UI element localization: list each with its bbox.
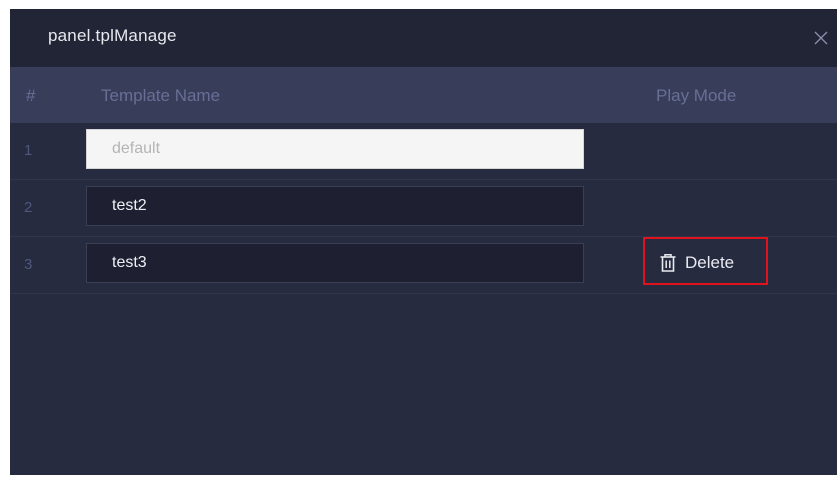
dialog-titlebar: panel.tplManage (10, 9, 837, 67)
trash-icon (659, 253, 677, 273)
delete-button-label: Delete (685, 253, 735, 272)
table-header: # Template Name Play Mode (10, 67, 837, 123)
template-name-input (86, 129, 584, 169)
template-name-input[interactable] (86, 243, 584, 283)
close-icon[interactable] (811, 28, 831, 48)
table-row: 1 (10, 123, 837, 180)
row-index: 2 (24, 199, 33, 216)
table-row: 2 (10, 180, 837, 237)
dialog-title: panel.tplManage (48, 26, 177, 45)
row-index: 1 (24, 142, 33, 159)
template-name-input[interactable] (86, 186, 584, 226)
column-header-play-mode: Play Mode (656, 86, 737, 105)
column-header-template-name: Template Name (101, 86, 221, 105)
template-manage-dialog: panel.tplManage # Template Name Play Mod… (10, 9, 837, 475)
row-index: 3 (24, 256, 33, 273)
table-row: 3 Delete (10, 237, 837, 294)
delete-button[interactable]: Delete (643, 237, 768, 285)
column-header-index: # (26, 86, 36, 105)
